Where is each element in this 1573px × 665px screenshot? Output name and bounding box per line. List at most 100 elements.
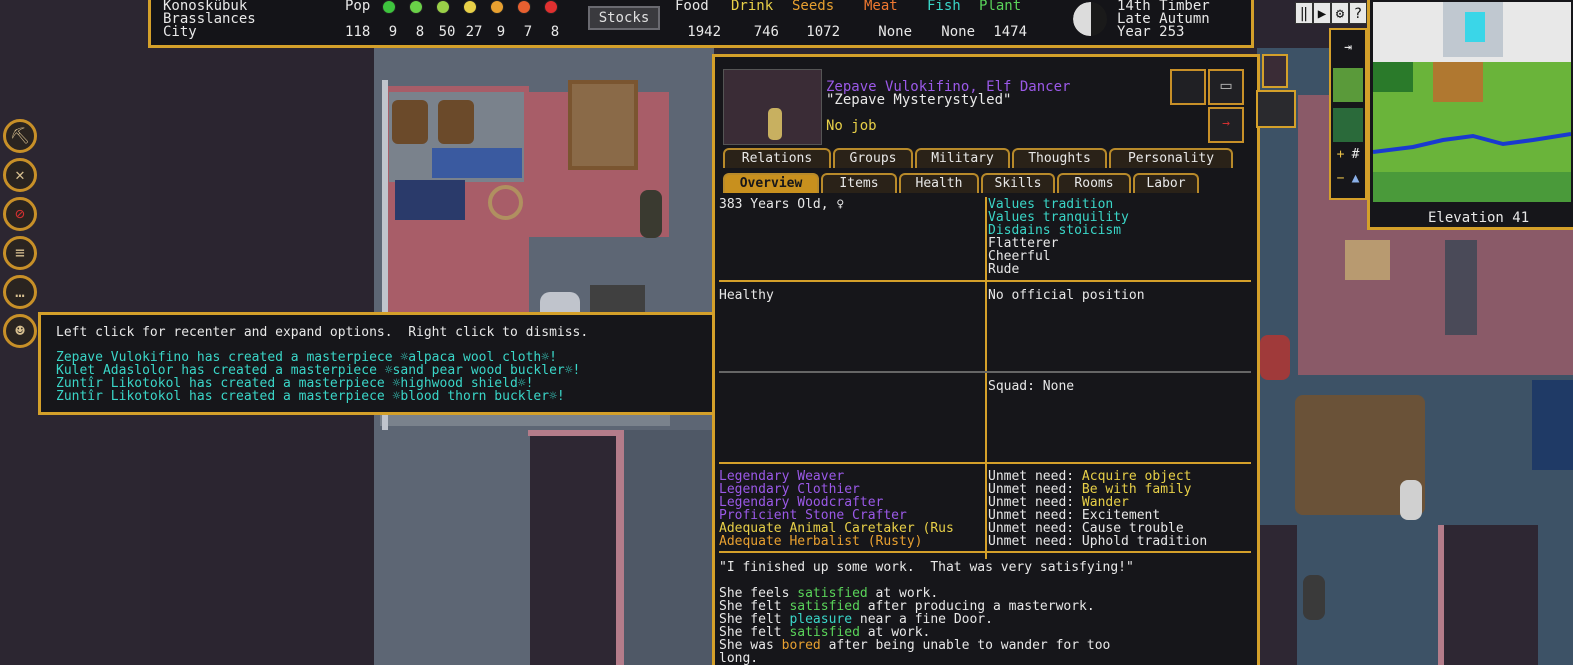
skill-entry[interactable]: Legendary Woodcrafter [719,496,985,509]
skill-entry[interactable]: Legendary Weaver [719,470,985,483]
row-divider [719,371,1251,373]
unit-thumbnail[interactable] [1262,54,1288,88]
date-year: Year 253 [1117,24,1185,40]
play-icon[interactable]: ▶ [1313,2,1331,24]
resource-value: 1942 [687,24,721,40]
table[interactable] [1345,240,1390,280]
skill-entry[interactable]: Legendary Clothier [719,483,985,496]
wall [528,430,623,436]
need-label: Unmet need: [988,534,1082,549]
unit-portrait [723,69,822,145]
tab-rooms[interactable]: Rooms [1057,173,1131,193]
official-position: No official position [988,288,1145,303]
thought-entry: long. [719,652,758,665]
pause-icon[interactable]: ‖ [1295,2,1313,24]
dark-region [1438,525,1538,665]
barrel[interactable] [438,100,474,144]
barrel[interactable] [392,100,428,144]
grid-icon[interactable]: # [1348,148,1363,170]
bed[interactable] [1445,240,1477,335]
mood-count: 8 [550,24,560,40]
printer-icon[interactable] [1256,90,1296,128]
top-status-bar: Konoskûbuk Brasslances City Pop 118 9 8 50… [148,0,1254,48]
skill-entry[interactable]: Proficient Stone Crafter [719,509,985,522]
minimap-terrain[interactable] [1373,2,1571,202]
anvil[interactable] [590,285,645,315]
clothes-rack[interactable] [432,148,522,178]
wall [616,430,624,665]
exit-zoom-icon[interactable]: → [1208,107,1244,143]
tab-personality[interactable]: Personality [1109,148,1233,168]
stocks-button[interactable]: Stocks [588,6,660,30]
crossed-swords-icon[interactable]: ✕ [3,158,37,192]
cancel-prohibit-icon[interactable]: ⊘ [3,197,37,231]
need-entry: Unmet need: Uphold tradition [988,535,1207,548]
row-divider [719,280,1251,282]
resource-label: Meat [864,0,898,14]
mood-face-icon [382,0,396,14]
tab-military[interactable]: Military [915,148,1010,168]
unit-job: No job [826,118,877,134]
fortress-rank: City [163,24,197,40]
up-level-icon[interactable]: ▲ [1348,172,1363,194]
health-status[interactable]: Healthy [719,289,774,302]
speech-bubble-icon[interactable]: … [3,275,37,309]
mood-face-icon [490,0,504,14]
center-view-icon[interactable]: ⇥ [1333,34,1363,62]
forest-view-icon[interactable] [1333,108,1363,142]
dig-pick-icon[interactable]: ⛏ [3,119,37,153]
tab-skills[interactable]: Skills [981,173,1055,193]
squad-status: Squad: None [988,379,1075,394]
mood-count: 8 [415,24,425,40]
rope-coil[interactable] [488,185,523,220]
unit-sprite [768,108,782,140]
population-total: 118 [345,24,371,40]
tab-overview[interactable]: Overview [723,173,819,193]
announcement-message[interactable]: Zuntîr Likotokol has created a masterpie… [56,390,565,403]
tab-relations[interactable]: Relations [723,148,831,168]
dwarf-unit[interactable] [1303,575,1325,620]
surface-view-icon[interactable] [1333,68,1363,102]
mood-face-icon [436,0,450,14]
settings-gear-icon[interactable]: ⚙ [1331,2,1349,24]
help-icon[interactable]: ? [1349,2,1367,24]
skill-entry[interactable]: Adequate Herbalist (Rusty) [719,535,985,548]
camera-icon[interactable]: ▭ [1208,69,1244,105]
elevation-readout: Elevation 41 [1428,210,1530,226]
resource-value: 746 [753,24,779,40]
thought-entry: She was bored after being unable to wand… [719,639,1110,652]
mood-face-icon [463,0,477,14]
dwarf-unit[interactable] [1400,480,1422,520]
tab-groups[interactable]: Groups [833,148,913,168]
unit-age: 383 Years Old, ♀ [719,197,845,212]
announcement-popup[interactable]: Left click for recenter and expand optio… [38,312,800,415]
column-divider [985,197,987,559]
tab-labor[interactable]: Labor [1133,173,1199,193]
dwarf-unit[interactable] [1260,335,1290,380]
water [1532,380,1573,470]
resource-label: Plant [979,0,1022,14]
zoom-in-icon[interactable]: + [1333,148,1348,170]
resource-label: Seeds [792,0,835,14]
minimap[interactable]: Elevation 41 [1367,0,1573,230]
view-tools: ⇥ + # − ▲ [1329,28,1367,200]
mood-count: 9 [388,24,398,40]
tab-health[interactable]: Health [899,173,979,193]
mood-count: 50 [438,24,456,40]
loom[interactable] [568,80,638,170]
mood-count: 9 [496,24,506,40]
zoom-out-icon[interactable]: − [1333,172,1348,194]
mood-face-icon [544,0,558,14]
dwarf-unit[interactable] [640,190,662,238]
tab-items[interactable]: Items [821,173,897,193]
feather-icon[interactable] [1170,69,1206,105]
citizen-figure-icon[interactable]: ☻ [3,314,37,348]
population-label: Pop [345,0,371,14]
announcement-hint: Left click for recenter and expand optio… [56,325,589,340]
resource-value: 1072 [806,24,840,40]
cloth-pile[interactable] [395,180,465,220]
row-divider [719,551,1251,553]
tab-thoughts[interactable]: Thoughts [1012,148,1107,168]
scroll-icon[interactable]: ≡ [3,236,37,270]
skill-entry[interactable]: Adequate Animal Caretaker (Rus [719,522,985,535]
